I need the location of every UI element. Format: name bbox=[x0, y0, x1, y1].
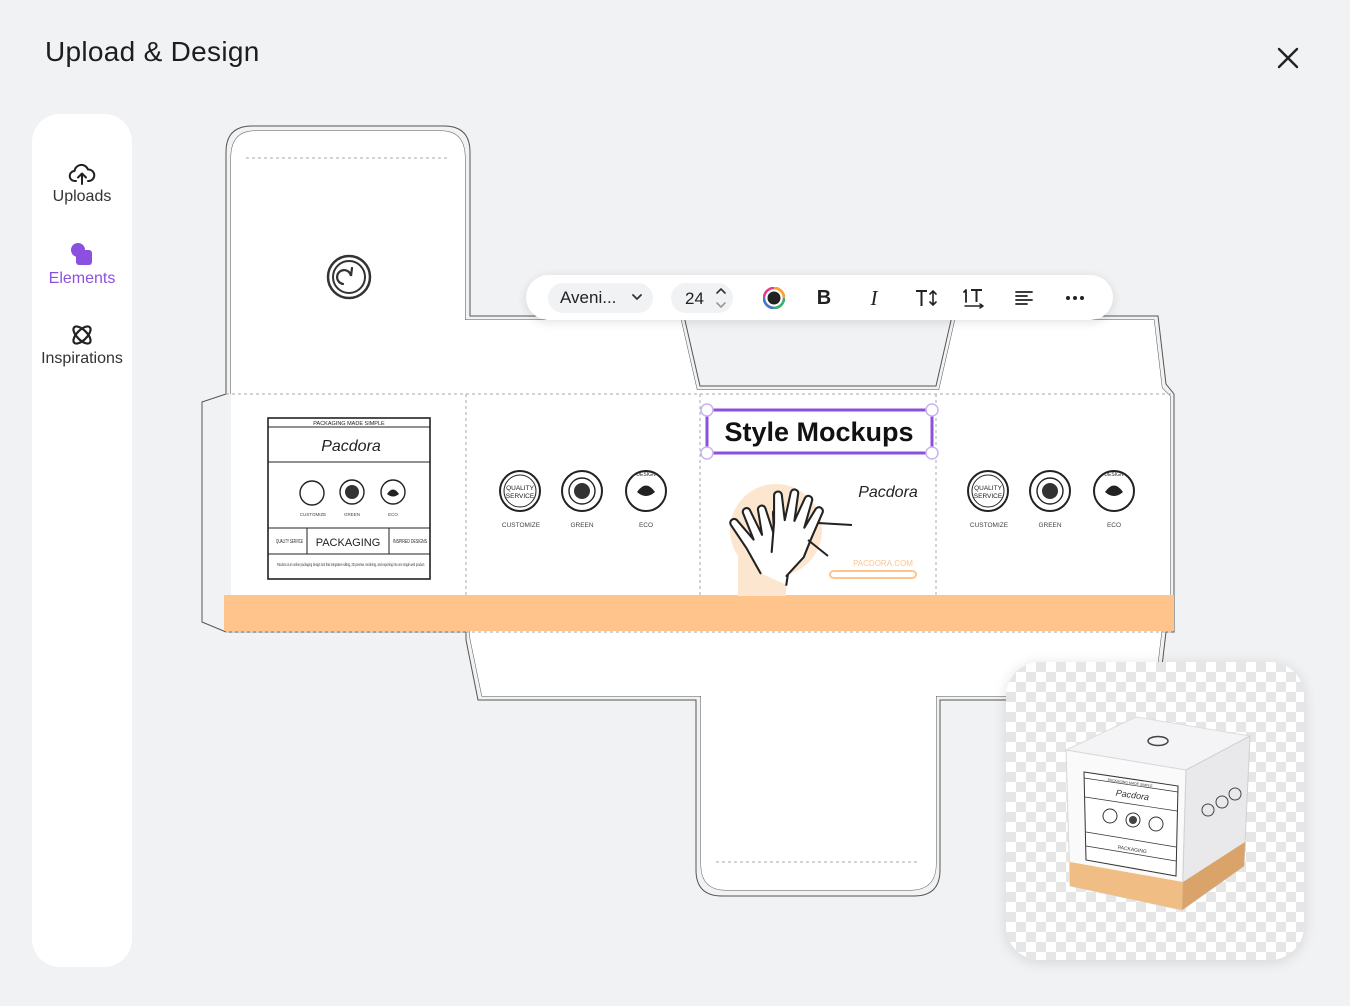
front-label-top-line: PACKAGING MADE SIMPLE bbox=[313, 421, 385, 427]
badge-quality-line2: SERVICE bbox=[506, 493, 535, 500]
front-label-brand: Pacdora bbox=[321, 438, 381, 455]
front-label-quality: QUALITY SERVICE bbox=[276, 539, 303, 545]
more-icon bbox=[1066, 296, 1084, 300]
resize-handle[interactable] bbox=[700, 446, 714, 460]
selected-text[interactable]: Style Mockups bbox=[724, 417, 913, 447]
chevron-up-icon[interactable] bbox=[715, 286, 727, 296]
more-options-button[interactable] bbox=[1060, 283, 1090, 313]
font-size-stepper[interactable]: 24 bbox=[671, 283, 733, 313]
badge-quality-line1-right: QUALITY bbox=[974, 485, 1002, 492]
orange-band bbox=[224, 595, 1174, 631]
badge-label-customize: CUSTOMIZE bbox=[502, 522, 541, 529]
badge-label-green-right: GREEN bbox=[1038, 522, 1061, 529]
font-size-value: 24 bbox=[685, 289, 704, 308]
font-family-select[interactable]: Aveni... bbox=[548, 283, 653, 313]
chevron-down-icon[interactable] bbox=[715, 300, 727, 310]
3d-preview[interactable]: PACKAGING MADE SIMPLE Pacdora PACKAGING bbox=[1006, 662, 1304, 960]
brand-panel-logo: Pacdora bbox=[858, 484, 918, 501]
color-swatch-icon bbox=[763, 287, 785, 309]
badge-label-green: GREEN bbox=[570, 522, 593, 529]
badge-label-eco-right: ECO bbox=[1107, 522, 1121, 529]
badge-quality-line2-right: SERVICE bbox=[974, 493, 1003, 500]
text-height-icon bbox=[916, 290, 937, 306]
front-label-badge-2: GREEN bbox=[344, 512, 360, 517]
badge-design-text-right: DESIGN bbox=[1104, 472, 1124, 478]
line-spacing-button[interactable] bbox=[959, 283, 989, 313]
badge-label-customize-right: CUSTOMIZE bbox=[970, 522, 1009, 529]
text-color-button[interactable] bbox=[759, 283, 789, 313]
front-label-packaging: PACKAGING bbox=[316, 537, 381, 549]
badge-design-text: DESIGN bbox=[636, 472, 656, 478]
resize-handle[interactable] bbox=[925, 446, 939, 460]
front-label-badge-1: CUSTOMIZE bbox=[300, 512, 326, 517]
bold-button[interactable]: B bbox=[809, 283, 839, 313]
badge-label-eco: ECO bbox=[639, 522, 653, 529]
align-left-icon bbox=[1015, 291, 1033, 305]
text-toolbar: Aveni... 24 B I bbox=[526, 275, 1113, 320]
brand-panel-url: PACDORA.COM bbox=[853, 559, 913, 568]
italic-button[interactable]: I bbox=[859, 283, 889, 313]
chevron-down-icon bbox=[632, 294, 642, 300]
line-spacing-icon bbox=[963, 289, 984, 309]
align-button[interactable] bbox=[1009, 283, 1039, 313]
front-label-inspired: INSPIRED DESIGNS bbox=[393, 539, 427, 545]
font-family-value: Aveni... bbox=[560, 288, 617, 307]
front-label-badge-3: ECO bbox=[388, 512, 398, 517]
front-label-description: Pacdora is an online packaging design to… bbox=[277, 562, 425, 567]
resize-handle[interactable] bbox=[925, 403, 939, 417]
text-size-adjust-button[interactable] bbox=[911, 283, 941, 313]
badge-quality-line1: QUALITY bbox=[506, 485, 534, 492]
resize-handle[interactable] bbox=[700, 403, 714, 417]
box-3d-render: PACKAGING MADE SIMPLE Pacdora PACKAGING bbox=[1064, 716, 1252, 911]
